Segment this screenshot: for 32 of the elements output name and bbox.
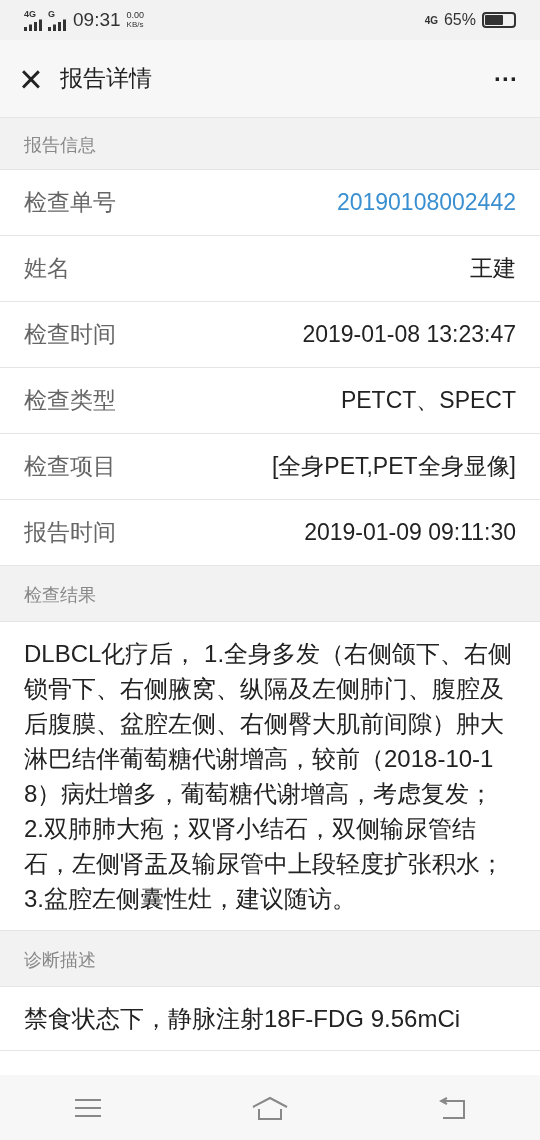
network-label: 4G: [424, 13, 438, 28]
paragraph-text: DLBCL化疗后， 1.全身多发（右侧颌下、右侧锁骨下、右侧腋窝、纵隔及左侧肺门、腹腔及后腹膜、盆腔左侧、右侧臀大肌前间隙）肿大淋巴结伴葡萄糖代谢增高，较前（2018-10-18）病灶增多，葡萄糖代谢增高，考虑复发； 2.双肺肺大疱；双肾小结石，双侧输尿管结石，左侧肾盂及输尿管中上段轻度扩张积水； 3.盆腔左侧囊性灶，建议随访。: [24, 639, 514, 914]
speed-unit: KB/s: [126, 20, 145, 29]
battery-percent: 65%: [443, 10, 476, 30]
page-title: 报告详情: [60, 64, 152, 94]
field-label: 检查单号: [24, 188, 116, 218]
home-icon[interactable]: [252, 1095, 288, 1120]
field-value: [全身PET,PET全身显像]: [271, 452, 516, 482]
menu-icon[interactable]: [75, 1097, 102, 1118]
close-button[interactable]: ×: [18, 58, 44, 99]
field-value: 2019-01-09 09:11:30: [304, 518, 516, 548]
clock-time: 09:31: [73, 7, 121, 32]
section-header: 检查结果: [0, 566, 540, 622]
section-header: 诊断描述: [0, 931, 540, 987]
field-label: 检查项目: [24, 452, 116, 482]
battery-icon: [482, 12, 516, 28]
field-label: 报告时间: [24, 518, 116, 548]
field-value: 王建: [470, 254, 516, 284]
field-label: 检查时间: [24, 320, 116, 350]
paragraph-text: 禁食状态下，静脉注射18F-FDG 9.56mCi: [24, 1004, 462, 1034]
network-label: G: [48, 9, 55, 19]
back-icon[interactable]: [438, 1096, 465, 1119]
network-speed: 0.00: [126, 11, 145, 20]
section-header: 报告信息: [0, 118, 540, 170]
more-button[interactable]: ···: [494, 60, 522, 97]
field-label: 姓名: [24, 254, 70, 284]
field-value: 2019-01-08 13:23:47: [302, 320, 516, 350]
field-label: 检查类型: [24, 386, 116, 416]
signal-icon: [24, 19, 44, 31]
field-value: PETCT、SPECT: [340, 386, 516, 416]
network-label: 4G: [24, 9, 36, 19]
signal-icon: [48, 19, 68, 31]
